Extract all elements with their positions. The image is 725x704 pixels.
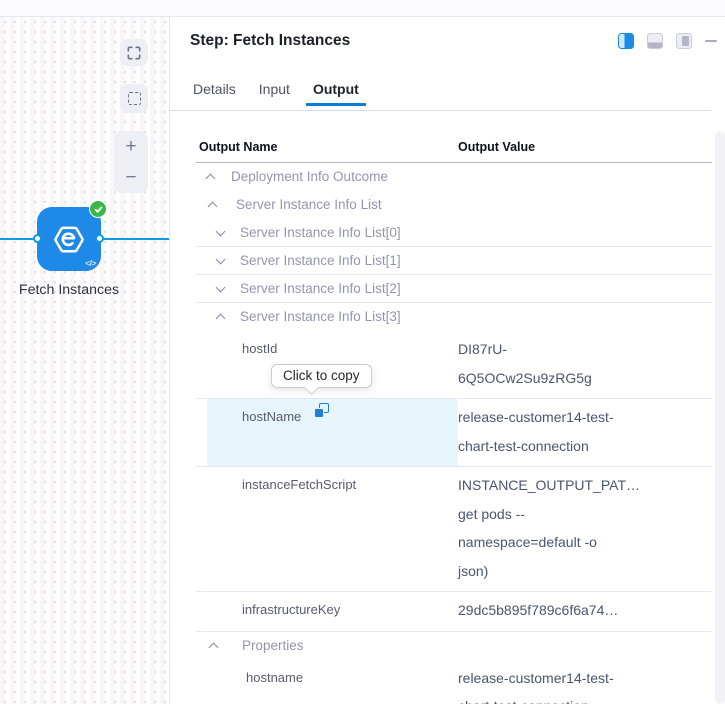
output-name-label: instanceFetchScript [207,471,356,500]
output-value-cell [458,247,712,274]
marquee-select-icon [128,92,141,105]
column-output-name: Output Name [196,140,458,162]
output-name-cell: Server Instance Info List[1] [207,247,458,274]
output-table: Output Name Output Value Deployment Info… [196,140,712,704]
output-value-cell: release-customer14-test- chart-test-conn… [458,399,712,466]
output-name-label: Server Instance Info List[1] [207,247,401,275]
output-tree-group-row[interactable]: Server Instance Info List [196,191,712,219]
output-value-cell [458,632,712,660]
output-name-cell: Server Instance Info List [207,191,458,219]
output-value-cell [458,191,712,219]
output-name-label: hostName [207,403,301,432]
tab-input[interactable]: Input [252,77,297,106]
output-value[interactable]: DI87rU- 6Q5OCw2Su9zRG5g [458,335,704,392]
pane-split-left-icon[interactable] [618,33,634,49]
output-name-label: Server Instance Info List [207,191,382,219]
output-name-label: hostId [207,335,277,364]
output-name-cell: Properties [207,632,458,660]
output-value-cell [458,303,712,331]
output-value-cell [458,219,712,246]
output-value[interactable]: release-customer14-test- chart-test-conn… [458,664,704,704]
connector-line-right [101,238,169,240]
output-name-cell: hostName [207,399,458,466]
copy-icon-front [314,408,324,418]
copy-tooltip: Click to copy [271,364,372,388]
output-name-cell: infrastructureKey [207,592,458,631]
output-value[interactable]: INSTANCE_OUTPUT_PAT… get pods -- namespa… [458,471,704,585]
output-tree-group-row[interactable]: Server Instance Info List[3] [196,303,712,331]
canvas-fullscreen-button[interactable] [120,39,148,66]
fullscreen-icon [127,46,141,60]
column-output-value: Output Value [458,140,712,162]
node-port-left[interactable] [33,234,42,243]
output-row: hostName release-customer14-test- chart-t… [196,399,712,467]
output-value-cell: DI87rU- 6Q5OCw2Su9zRG5g [458,331,712,398]
step-node-fetch-instances[interactable]: </> [37,207,101,271]
output-table-header: Output Name Output Value [196,140,712,163]
node-label: Fetch Instances [0,282,138,298]
output-tree-group-row[interactable]: Server Instance Info List[0] [196,219,712,247]
canvas-marquee-select-button[interactable] [120,84,148,113]
step-tabs: Details Input Output [186,77,366,106]
fetch-instances-step-icon [52,222,86,256]
output-name-label: Server Instance Info List[0] [207,219,401,247]
panel-divider[interactable] [169,17,170,704]
output-row: infrastructureKey 29dc5b895f789c6f6a74… [196,592,712,632]
output-name-cell: hostname [207,660,458,704]
pipeline-canvas[interactable]: + − </> Fetch Instances [0,17,169,704]
connector-line-left [0,238,37,240]
minimize-icon[interactable] [705,40,717,43]
output-name-label: infrastructureKey [207,596,340,625]
output-value-cell: INSTANCE_OUTPUT_PAT… get pods -- namespa… [458,467,712,591]
canvas-zoom-panel: + − [114,131,148,193]
output-value[interactable]: 29dc5b895f789c6f6a74… [458,596,704,625]
code-glyph-icon: </> [85,258,96,268]
output-row: hostname release-customer14-test- chart-t… [196,660,712,704]
output-value-cell: release-customer14-test- chart-test-conn… [458,660,712,704]
output-table-rows: Deployment Info OutcomeServer Instance I… [196,163,712,704]
step-detail-panel: Step: Fetch Instances Details Input Outp… [170,17,725,704]
output-name-cell: Server Instance Info List[0] [207,219,458,246]
output-name-label: Server Instance Info List[3] [207,303,401,331]
output-name-cell: Server Instance Info List[3] [207,303,458,331]
node-port-right[interactable] [95,234,104,243]
output-tree-group-row[interactable]: Properties [196,632,712,660]
output-name-cell: instanceFetchScript [207,467,458,591]
output-value-cell: 29dc5b895f789c6f6a74… [458,592,712,631]
zoom-in-button[interactable]: + [114,132,148,161]
output-tab-content: Output Name Output Value Deployment Info… [170,111,725,704]
tab-details[interactable]: Details [186,77,243,106]
copy-icon[interactable] [314,403,329,418]
tab-output[interactable]: Output [306,77,366,106]
output-name-cell: Server Instance Info List[2] [207,275,458,302]
zoom-out-button[interactable]: − [114,163,148,192]
output-tree-group-row[interactable]: Server Instance Info List[2] [196,275,712,303]
output-name-label: Deployment Info Outcome [207,163,388,191]
step-success-badge [89,200,107,218]
output-name-cell: Deployment Info Outcome [207,163,458,191]
output-row: instanceFetchScript INSTANCE_OUTPUT_PAT… … [196,467,712,592]
pane-split-bottom-icon[interactable] [647,33,663,49]
output-value-cell [458,163,712,191]
output-name-label: Server Instance Info List[2] [207,275,401,303]
output-name-label: hostname [207,664,303,693]
output-tree-group-row[interactable]: Server Instance Info List[1] [196,247,712,275]
panel-title: Step: Fetch Instances [190,32,350,50]
check-icon [94,205,103,214]
scrollbar[interactable] [715,131,725,704]
output-tree-group-row[interactable]: Deployment Info Outcome [196,163,712,191]
output-value[interactable]: release-customer14-test- chart-test-conn… [458,403,704,460]
app-top-strip [0,0,725,17]
panel-window-controls [618,33,717,49]
pane-split-right-icon[interactable] [676,33,692,49]
output-name-label: Properties [207,632,304,660]
output-value-cell [458,275,712,302]
